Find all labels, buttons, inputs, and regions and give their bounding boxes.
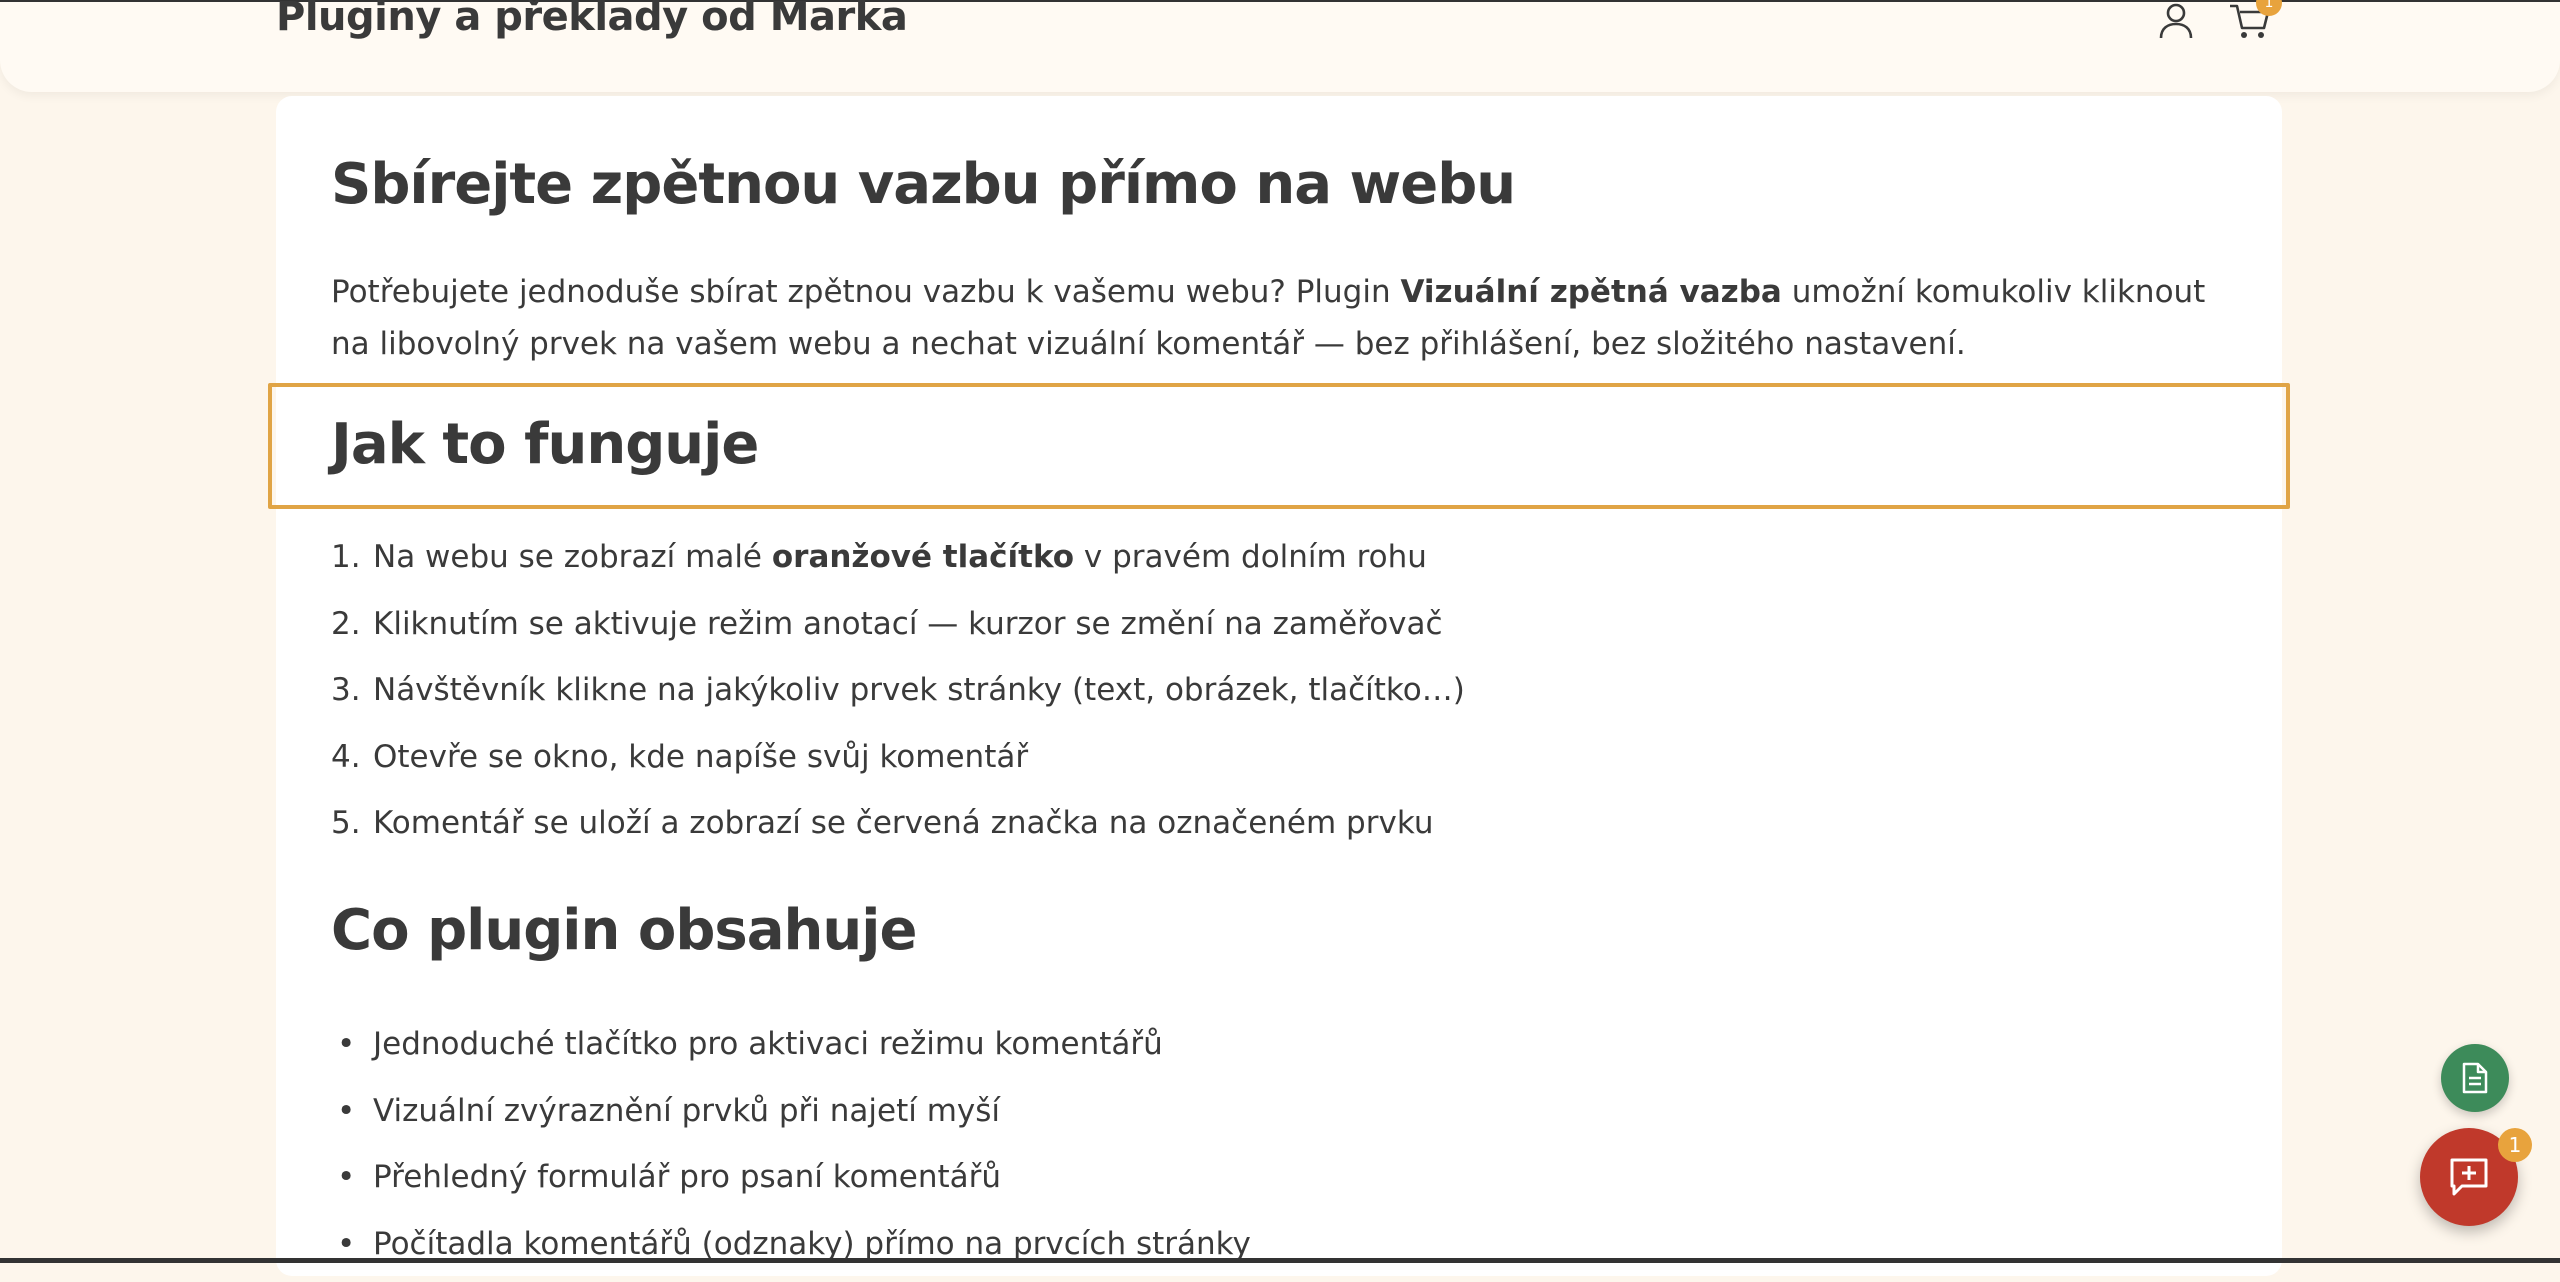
bullet-icon: • — [331, 1016, 373, 1072]
intro-text-start: Potřebujete jednoduše sbírat zpětnou vaz… — [331, 274, 1400, 310]
step-text-bold: oranžové tlačítko — [772, 539, 1074, 575]
plugin-name: Vizuální zpětná vazba — [1400, 274, 1781, 310]
feature-text: Přehledný formulář pro psaní komentářů — [373, 1159, 1001, 1195]
step-text: Návštěvník klikne na jakýkoliv prvek str… — [373, 672, 1465, 708]
bullet-icon: • — [331, 1216, 373, 1272]
step-number: 5. — [331, 796, 373, 850]
list-item: 5.Komentář se uloží a zobrazí se červená… — [331, 796, 1465, 863]
step-text: Kliknutím se aktivuje režim anotací — ku… — [373, 606, 1443, 642]
features-heading: Co plugin obsahuje — [331, 898, 916, 963]
bullet-icon: • — [331, 1083, 373, 1139]
feature-text: Jednoduché tlačítko pro aktivaci režimu … — [373, 1026, 1163, 1062]
list-item: 3.Návštěvník klikne na jakýkoliv prvek s… — [331, 663, 1465, 730]
step-text: Otevře se okno, kde napíše svůj komentář — [373, 739, 1028, 775]
step-text: Na webu se zobrazí malé — [373, 539, 772, 575]
comment-count-badge: 1 — [2498, 1128, 2532, 1162]
comment-plus-icon — [2448, 1156, 2490, 1198]
step-text-end: v pravém dolním rohu — [1074, 539, 1427, 575]
list-item: 4.Otevře se okno, kde napíše svůj koment… — [331, 730, 1465, 797]
site-header: Pluginy a překlady od Marka 1 — [0, 0, 2560, 92]
step-number: 2. — [331, 597, 373, 651]
list-item: •Počítadla komentářů (odznaky) přímo na … — [331, 1216, 1251, 1282]
document-button[interactable] — [2441, 1044, 2509, 1112]
step-number: 4. — [331, 730, 373, 784]
bullet-icon: • — [331, 1149, 373, 1205]
page-title: Sbírejte zpětnou vazbu přímo na webu — [331, 152, 1515, 217]
step-number: 3. — [331, 663, 373, 717]
steps-list: 1.Na webu se zobrazí malé oranžové tlačí… — [331, 530, 1465, 863]
list-item: •Vizuální zvýraznění prvků při najetí my… — [331, 1083, 1251, 1150]
list-item: •Jednoduché tlačítko pro aktivaci režimu… — [331, 1016, 1251, 1083]
intro-paragraph: Potřebujete jednoduše sbírat zpětnou vaz… — [331, 266, 2231, 370]
how-it-works-heading[interactable]: Jak to funguje — [331, 412, 758, 477]
site-title[interactable]: Pluginy a překlady od Marka — [276, 0, 907, 40]
list-item: •Přehledný formulář pro psaní komentářů — [331, 1149, 1251, 1216]
feature-text: Vizuální zvýraznění prvků při najetí myš… — [373, 1093, 1000, 1129]
feature-text: Počítadla komentářů (odznaky) přímo na p… — [373, 1226, 1251, 1262]
list-item: 2.Kliknutím se aktivuje režim anotací — … — [331, 597, 1465, 664]
step-text: Komentář se uloží a zobrazí se červená z… — [373, 805, 1433, 841]
window-bottom-edge — [0, 1258, 2560, 1263]
features-list: •Jednoduché tlačítko pro aktivaci režimu… — [331, 1016, 1251, 1282]
step-number: 1. — [331, 530, 373, 584]
user-account-icon[interactable] — [2156, 2, 2196, 42]
document-icon — [2461, 1062, 2489, 1094]
list-item: 1.Na webu se zobrazí malé oranžové tlačí… — [331, 530, 1465, 597]
